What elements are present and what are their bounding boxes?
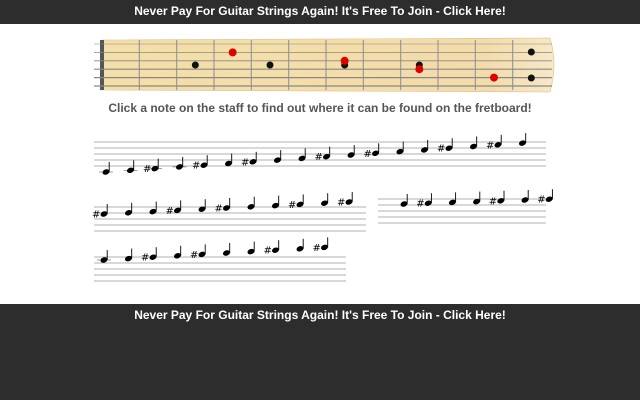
staff-note[interactable] [124,202,133,217]
staff-note[interactable] [222,243,231,257]
staff-note[interactable]: # [437,138,453,155]
staff-note[interactable] [173,245,182,260]
staff-note[interactable] [296,238,305,253]
sharp-sign: # [241,157,249,168]
sharp-sign: # [143,164,151,175]
staff-note[interactable]: # [313,237,329,254]
staff-note[interactable]: # [166,200,182,217]
staff-note[interactable]: # [315,146,331,164]
staff-note[interactable] [172,156,187,171]
sharp-sign: # [437,144,445,155]
staff-note[interactable] [521,190,530,204]
bottom-banner-link[interactable]: Never Pay For Guitar Strings Again! It's… [0,304,640,328]
sharp-sign: # [537,195,545,206]
staff-note[interactable]: # [143,158,162,176]
sharp-sign: # [486,140,494,151]
staff-note[interactable] [124,248,133,263]
staff-note[interactable] [247,196,256,211]
staff-note[interactable] [400,194,409,208]
staff-note[interactable] [518,133,527,147]
staff-note[interactable]: # [364,143,380,160]
staff-note[interactable] [347,145,356,159]
top-banner-link[interactable]: Never Pay For Guitar Strings Again! It's… [0,0,640,24]
staff-note[interactable]: # [288,194,304,211]
sharp-sign: # [489,196,497,207]
sharp-sign: # [313,243,321,254]
staff-note[interactable] [396,141,405,156]
sharp-sign: # [315,152,323,163]
staff-note[interactable]: # [190,244,206,261]
staff-note[interactable]: # [92,204,108,221]
sharp-sign: # [364,149,372,160]
staff-note[interactable] [472,191,481,206]
staff-note[interactable] [198,199,207,213]
sharp-sign: # [141,253,149,264]
staff-note[interactable] [320,193,329,207]
sharp-sign: # [92,210,100,221]
staff-note[interactable] [123,160,138,174]
sharp-sign: # [215,204,223,215]
staff-note[interactable] [247,241,256,256]
staff-note[interactable]: # [537,189,553,206]
staff-note[interactable] [99,162,113,176]
sharp-sign: # [416,199,424,210]
staff-note[interactable]: # [337,192,353,209]
sharp-sign: # [192,161,200,172]
staff-note[interactable] [273,150,282,164]
sharp-sign: # [264,246,272,257]
staff-note[interactable]: # [141,247,157,264]
sharp-sign: # [288,200,296,211]
sharp-sign: # [190,250,198,261]
sharp-sign: # [337,198,345,209]
staff-note[interactable]: # [486,134,502,152]
staff-note[interactable]: # [192,155,208,172]
staff-area: # # # # # # # # # # # # # # # # # # # [92,133,553,282]
staff-note[interactable]: # [416,193,432,210]
main-content: Click a note on the staff to find out wh… [0,24,640,304]
staff-note[interactable]: # [215,198,231,215]
staff-note[interactable]: # [264,240,280,257]
sharp-sign: # [166,206,174,217]
